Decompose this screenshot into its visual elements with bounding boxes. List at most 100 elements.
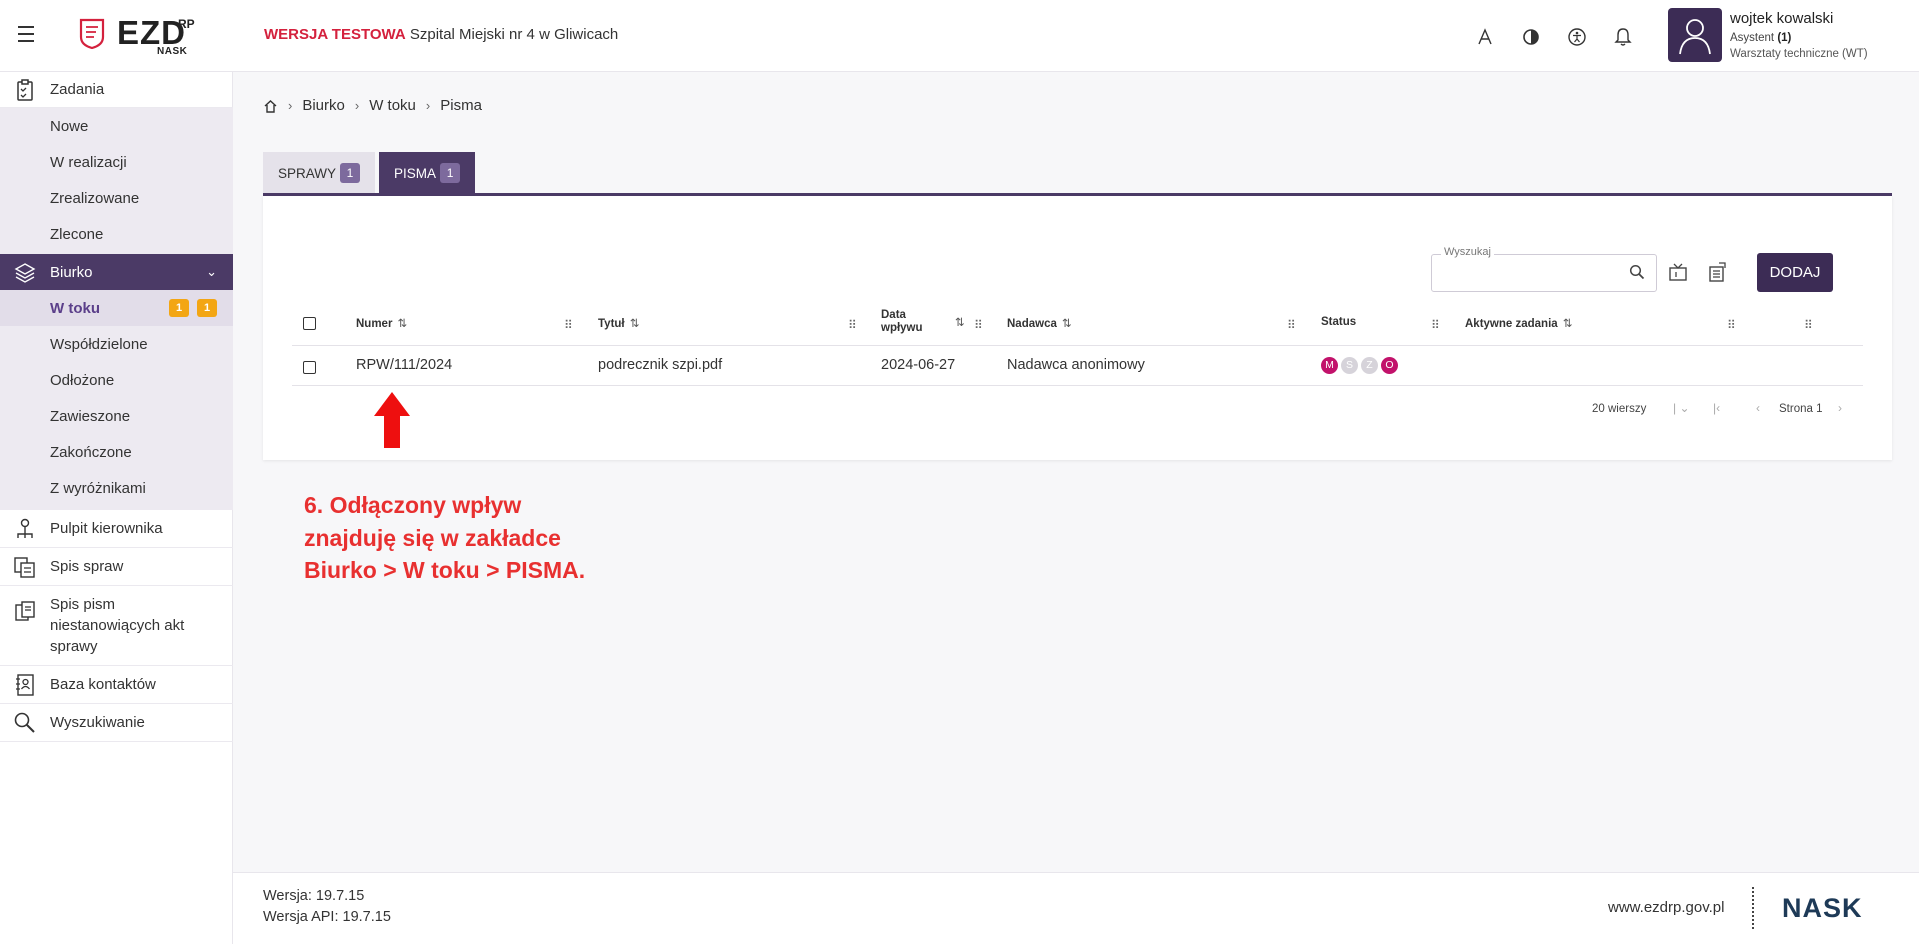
column-header-nadawca[interactable]: Nadawca ⇅ [1007, 316, 1072, 330]
next-page-icon[interactable]: › [1838, 401, 1842, 415]
tv-icon[interactable] [1667, 262, 1689, 284]
avatar[interactable] [1668, 8, 1722, 62]
user-role: Asystent (1) [1730, 32, 1791, 44]
sort-icon[interactable]: ⇅ [627, 318, 640, 330]
breadcrumb-separator: › [354, 98, 360, 113]
drag-handle-icon[interactable]: ⠿ [848, 318, 857, 332]
column-header-label: Tytuł [598, 318, 625, 330]
column-header-numer[interactable]: Numer ⇅ [356, 316, 407, 330]
sidebar-item-label: Spis spraw [50, 558, 124, 575]
sidebar-item-w-realizacji[interactable]: W realizacji [0, 144, 233, 180]
divider [292, 345, 1863, 346]
user-role-name: Asystent [1730, 32, 1775, 44]
sidebar-item-biurko[interactable]: Biurko ⌄ [0, 254, 233, 290]
export-icon[interactable] [1706, 262, 1728, 284]
status-m-badge: M [1321, 357, 1338, 374]
menu-icon[interactable] [18, 26, 38, 42]
sidebar-item-wspoldzielone[interactable]: Współdzielone [0, 326, 233, 362]
top-bar: EZD RP NASK WERSJA TESTOWA Szpital Miejs… [0, 0, 1919, 72]
chevron-down-icon: ⌄ [206, 264, 217, 279]
column-header-label: Aktywne zadania [1465, 318, 1558, 330]
status-s-badge: S [1341, 357, 1358, 374]
files-icon [14, 557, 35, 578]
drag-handle-icon[interactable]: ⠿ [1431, 318, 1440, 332]
contacts-icon [16, 674, 34, 696]
sidebar-item-zrealizowane[interactable]: Zrealizowane [0, 180, 233, 216]
clipboard-icon [17, 78, 33, 101]
layers-icon [14, 263, 36, 283]
sort-icon[interactable]: ⇅ [1059, 318, 1072, 330]
accessibility-icon[interactable] [1566, 26, 1588, 48]
logo-mark-icon [79, 18, 105, 49]
sidebar-item-zawieszone[interactable]: Zawieszone [0, 398, 233, 434]
drag-handle-icon[interactable]: ⠿ [1727, 318, 1736, 332]
cell-numer[interactable]: RPW/111/2024 [356, 357, 452, 373]
search-icon[interactable] [1629, 264, 1645, 280]
sidebar-item-w-toku[interactable]: W toku 1 1 [0, 290, 233, 326]
page-indicator: Strona 1 [1779, 403, 1823, 415]
user-unit: Warsztaty techniczne (WT) [1730, 48, 1868, 60]
sidebar-item-label: Pulpit kierownika [50, 520, 163, 537]
sidebar-item-label: Biurko [50, 263, 93, 281]
rows-per-page-dropdown[interactable]: | ⌄ [1673, 401, 1690, 415]
main-content [233, 72, 1919, 872]
home-icon[interactable] [263, 99, 278, 113]
documents-panel [263, 196, 1892, 460]
search-icon [14, 712, 35, 733]
nask-logo[interactable]: NASK [1782, 893, 1863, 924]
drag-handle-icon[interactable]: ⠿ [1287, 318, 1296, 332]
first-page-icon[interactable]: |‹ [1713, 401, 1720, 415]
column-header-status[interactable]: Status [1321, 316, 1356, 328]
cell-tytul[interactable]: podrecznik szpi.pdf [598, 357, 722, 373]
sidebar-item-nowe[interactable]: Nowe [0, 108, 233, 144]
contrast-icon[interactable] [1520, 26, 1542, 48]
select-all-checkbox[interactable] [303, 317, 316, 330]
annotation-arrow-icon [374, 392, 410, 448]
drag-handle-icon[interactable]: ⠿ [974, 318, 983, 332]
column-header-aktywne-zadania[interactable]: Aktywne zadania ⇅ [1465, 316, 1573, 330]
add-button[interactable]: DODAJ [1757, 253, 1833, 292]
user-box[interactable]: wojtek kowalski Asystent (1) Warsztaty t… [1668, 8, 1919, 64]
sort-icon[interactable]: ⇅ [394, 318, 408, 330]
breadcrumb-item-w-toku[interactable]: W toku [369, 97, 416, 114]
drag-handle-icon[interactable]: ⠿ [564, 318, 573, 332]
organization-name: Szpital Miejski nr 4 w Gliwicach [409, 26, 619, 43]
prev-page-icon[interactable]: ‹ [1756, 401, 1760, 415]
breadcrumb-item-biurko[interactable]: Biurko [302, 97, 345, 114]
sort-icon[interactable]: ⇅ [955, 315, 965, 329]
sidebar-item-odlozone[interactable]: Odłożone [0, 362, 233, 398]
drag-handle-icon[interactable]: ⠿ [1804, 318, 1813, 332]
sidebar-item-spis-spraw[interactable]: Spis spraw [0, 548, 233, 586]
app-version: Wersja: 19.7.15 [263, 888, 365, 904]
bell-icon[interactable] [1612, 26, 1634, 48]
user-role-count: (1) [1777, 32, 1792, 44]
sidebar-item-wyszukiwanie[interactable]: Wyszukiwanie [0, 704, 233, 742]
sidebar-item-zlecone[interactable]: Zlecone [0, 216, 233, 252]
tab-label: PISMA [394, 165, 437, 181]
tab-pisma[interactable]: PISMA 1 [379, 152, 476, 194]
tab-sprawy[interactable]: SPRAWY 1 [263, 152, 376, 194]
column-header-data-wplywu[interactable]: Data wpływu [881, 309, 935, 335]
column-header-tytul[interactable]: Tytuł ⇅ [598, 316, 639, 330]
annotation-line: Biurko > W toku > PISMA. [304, 557, 586, 583]
status-o-badge: O [1381, 357, 1398, 374]
sidebar-item-spis-pism[interactable]: Spis pism niestanowiących akt sprawy [0, 586, 233, 666]
sidebar-item-pulpit-kierownika[interactable]: Pulpit kierownika [0, 510, 233, 548]
search-input[interactable] [1431, 254, 1657, 292]
cell-data-wplywu: 2024-06-27 [881, 357, 956, 373]
tab-count-badge: 1 [440, 163, 461, 183]
sidebar-item-zadania[interactable]: Zadania [0, 72, 233, 108]
manager-icon [17, 518, 33, 538]
sidebar-item-zakonczone[interactable]: Zakończone [0, 434, 233, 470]
row-checkbox[interactable] [303, 361, 316, 374]
test-version-label: WERSJA TESTOWA [264, 26, 406, 43]
app-logo[interactable]: EZD RP NASK [77, 15, 202, 57]
breadcrumb: › Biurko › W toku › Pisma [263, 97, 482, 114]
sort-icon[interactable]: ⇅ [1560, 318, 1573, 330]
sidebar-item-z-wyroznikami[interactable]: Z wyróżnikami [0, 470, 233, 506]
sidebar-item-baza-kontaktow[interactable]: Baza kontaktów [0, 666, 233, 704]
cell-nadawca: Nadawca anonimowy [1007, 357, 1145, 373]
column-header-label: Nadawca [1007, 318, 1057, 330]
font-size-icon[interactable] [1474, 26, 1496, 48]
site-link[interactable]: www.ezdrp.gov.pl [1608, 899, 1724, 916]
